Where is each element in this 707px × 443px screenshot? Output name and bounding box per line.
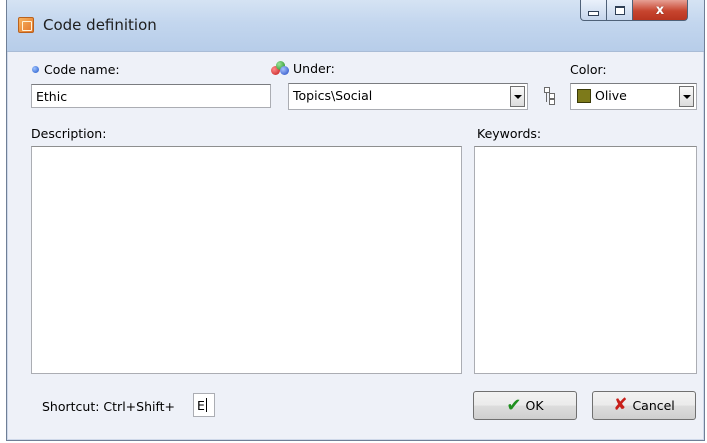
under-combo[interactable]: Topics\Social — [288, 83, 528, 110]
required-dot-icon — [32, 66, 39, 73]
color-swatch — [577, 89, 591, 103]
code-name-input[interactable]: Ethic — [31, 84, 271, 108]
tree-browse-button[interactable] — [538, 82, 562, 109]
close-icon: x — [655, 2, 665, 18]
under-label-wrap: Under: — [271, 61, 335, 76]
text-caret — [205, 398, 207, 412]
category-icon — [271, 61, 289, 75]
shortcut-label: Shortcut: Ctrl+Shift+ — [42, 399, 176, 414]
dialog-body: Code name: Ethic Under: Topics\Social Co… — [7, 52, 704, 440]
ok-button[interactable]: ✔ OK — [473, 391, 577, 420]
ok-label: OK — [525, 398, 544, 413]
maximize-icon — [614, 5, 625, 15]
shortcut-value: E — [197, 398, 205, 413]
cancel-button[interactable]: ✘ Cancel — [592, 391, 696, 420]
description-label: Description: — [31, 126, 107, 141]
x-icon: ✘ — [613, 395, 628, 415]
minimize-button[interactable] — [580, 0, 607, 21]
shortcut-input[interactable]: E — [193, 393, 215, 417]
tree-browse-icon — [544, 86, 556, 105]
under-dropdown-arrow[interactable] — [510, 86, 525, 107]
window-title: Code definition — [43, 16, 157, 34]
keywords-textarea[interactable] — [474, 146, 697, 374]
color-combo[interactable]: Olive — [570, 83, 697, 110]
color-dropdown-arrow[interactable] — [679, 86, 694, 107]
checkmark-icon: ✔ — [506, 394, 522, 416]
close-button[interactable]: x — [632, 0, 688, 21]
title-bar[interactable]: Code definition x — [7, 0, 704, 52]
color-label: Color: — [570, 62, 607, 77]
color-value: Olive — [595, 88, 627, 103]
code-name-label-wrap: Code name: — [32, 62, 120, 77]
keywords-label: Keywords: — [477, 126, 542, 141]
code-name-label: Code name: — [44, 62, 120, 77]
description-textarea[interactable] — [31, 146, 462, 374]
cancel-label: Cancel — [632, 398, 675, 413]
app-icon — [18, 17, 34, 33]
minimize-icon — [588, 10, 599, 16]
maximize-button[interactable] — [606, 0, 633, 21]
under-label: Under: — [293, 61, 335, 76]
code-definition-dialog: Code definition x Code name: Ethic Under… — [6, 0, 705, 441]
under-value: Topics\Social — [293, 88, 373, 103]
